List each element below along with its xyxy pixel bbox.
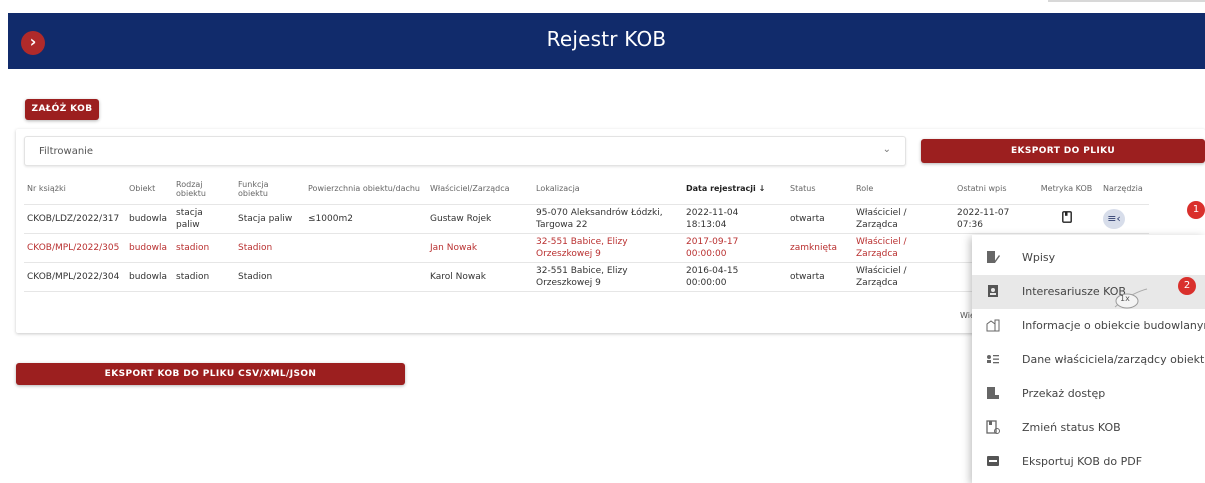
filter-dropdown[interactable]: Filtrowanie ⌄ (24, 136, 906, 166)
menu-item-przekaz-dostep[interactable]: Przekaż dostęp (972, 377, 1205, 411)
menu-item-label: Wpisy (1022, 251, 1056, 264)
column-header[interactable]: Status (787, 174, 854, 205)
cell-lokalizacja: 95-070 Aleksandrów Łódzki, Targowa 22 (533, 204, 684, 234)
create-kob-button[interactable]: ZAŁÓŻ KOB (25, 99, 99, 120)
book-edit-icon (986, 250, 1000, 264)
tools-cell: ≡‹ (1100, 204, 1149, 234)
status-change-icon (986, 420, 1000, 434)
cell-lokalizacja: 32-551 Babice, Elizy Orzeszkowej 9 (533, 262, 684, 292)
click-count-label: 1x (1120, 294, 1130, 303)
menu-item-interesariusze[interactable]: Interesariusze KOB (972, 275, 1205, 309)
column-header[interactable]: Ostatni wpis (954, 174, 1037, 205)
cell-status: otwarta (787, 262, 854, 292)
menu-item-eksport-pdf[interactable]: Eksportuj KOB do PDF (972, 445, 1205, 479)
column-header[interactable]: Metryka KOB (1036, 174, 1101, 205)
menu-item-dane-wlasciciela[interactable]: Dane właściciela/zarządcy obiektu (972, 343, 1205, 377)
cell-wlasciciel: Karol Nowak (427, 262, 534, 292)
column-header[interactable]: Nr książki (24, 174, 126, 205)
cell-status: otwarta (787, 204, 854, 234)
menu-item-label: Zmień status KOB (1022, 421, 1121, 434)
step-badge-1: 1 (1187, 201, 1205, 219)
cell-data: 2017-09-17 00:00:00 (683, 233, 788, 263)
cell-powierzchnia (305, 233, 428, 263)
building-icon (986, 318, 1000, 332)
book-people-icon (986, 284, 1000, 298)
cell-nr: CKOB/LDZ/2022/317 (24, 204, 126, 234)
step-badge-2: 2 (1178, 277, 1196, 295)
pdf-icon (986, 454, 1000, 468)
tools-menu-icon[interactable]: ≡‹ (1103, 208, 1126, 229)
menu-item-label: Dane właściciela/zarządcy obiektu (1022, 353, 1205, 366)
cell-funkcja: Stacja paliw (235, 204, 306, 234)
page-title: Rejestr KOB (546, 27, 667, 51)
cell-role: Właściciel / Zarządca (853, 262, 955, 292)
menu-item-wpisy[interactable]: Wpisy (972, 241, 1205, 275)
table-header-row: Nr książki Obiekt Rodzaj obiektu Funkcja… (24, 174, 1149, 205)
cell-status: zamknięta (787, 233, 854, 263)
table-row[interactable]: CKOB/LDZ/2022/317 budowla stacja paliw S… (24, 204, 1149, 234)
export-file-button[interactable]: EKSPORT DO PLIKU (921, 139, 1205, 163)
menu-item-label: Eksportuj KOB do PDF (1022, 455, 1143, 468)
column-header[interactable]: Obiekt (126, 174, 174, 205)
cell-wlasciciel: Gustaw Rojek (427, 204, 534, 234)
column-header[interactable]: Rodzaj obiektu (173, 174, 236, 205)
top-divider (1048, 0, 1205, 2)
column-header[interactable]: Narzędzia (1100, 174, 1149, 205)
column-header[interactable]: Lokalizacja (533, 174, 684, 205)
cell-nr: CKOB/MPL/2022/304 (24, 262, 126, 292)
cell-rodzaj: stadion (173, 233, 236, 263)
cell-funkcja: Stadion (235, 262, 306, 292)
cell-nr: CKOB/MPL/2022/305 (24, 233, 126, 263)
book-share-icon (986, 386, 1000, 400)
cell-lokalizacja: 32-551 Babice, Elizy Orzeszkowej 9 (533, 233, 684, 263)
menu-item-zmien-status[interactable]: Zmień status KOB (972, 411, 1205, 445)
menu-item-label: Przekaż dostęp (1022, 387, 1106, 400)
menu-item-label: Informacje o obiekcie budowlanym (1022, 319, 1205, 332)
cell-funkcja: Stadion (235, 233, 306, 263)
column-header[interactable]: Powierzchnia obiektu/dachu (305, 174, 428, 205)
cell-data: 2022-11-04 18:13:04 (683, 204, 788, 234)
sort-arrow-icon: ↓ (758, 184, 766, 194)
cell-wlasciciel: Jan Nowak (427, 233, 534, 263)
owner-list-icon (986, 352, 1000, 366)
cell-role: Właściciel / Zarządca (853, 204, 955, 234)
chevron-down-icon: ⌄ (882, 144, 891, 155)
menu-item-informacje[interactable]: Informacje o obiekcie budowlanym (972, 309, 1205, 343)
tools-context-menu: Wpisy Interesariusze KOB Informacje o ob… (972, 235, 1205, 483)
column-label: Data rejestracji (686, 184, 756, 194)
metryka-icon[interactable] (1036, 204, 1101, 234)
export-csv-button[interactable]: EKSPORT KOB DO PLIKU CSV/XML/JSON (16, 363, 405, 385)
app-header: › Rejestr KOB (8, 13, 1205, 69)
cell-powierzchnia (305, 262, 428, 292)
cell-ostatni: 2022-11-07 07:36 (954, 204, 1037, 234)
cell-rodzaj: stacja paliw (173, 204, 236, 234)
column-header[interactable]: Właściciel/Zarządca (427, 174, 534, 205)
cell-powierzchnia: ≤1000m2 (305, 204, 428, 234)
cell-role: Właściciel / Zarządca (853, 233, 955, 263)
cell-obiekt: budowla (126, 233, 174, 263)
cell-obiekt: budowla (126, 262, 174, 292)
column-header[interactable]: Role (853, 174, 955, 205)
cell-obiekt: budowla (126, 204, 174, 234)
column-header-sorted[interactable]: Data rejestracji ↓ (683, 174, 788, 205)
cell-rodzaj: stadion (173, 262, 236, 292)
mouse-click-indicator: 1x (1113, 283, 1163, 309)
column-header[interactable]: Funkcja obiektu (235, 174, 306, 205)
cell-data: 2016-04-15 00:00:00 (683, 262, 788, 292)
menu-item-label: Interesariusze KOB (1022, 285, 1126, 298)
filter-label: Filtrowanie (39, 146, 94, 157)
